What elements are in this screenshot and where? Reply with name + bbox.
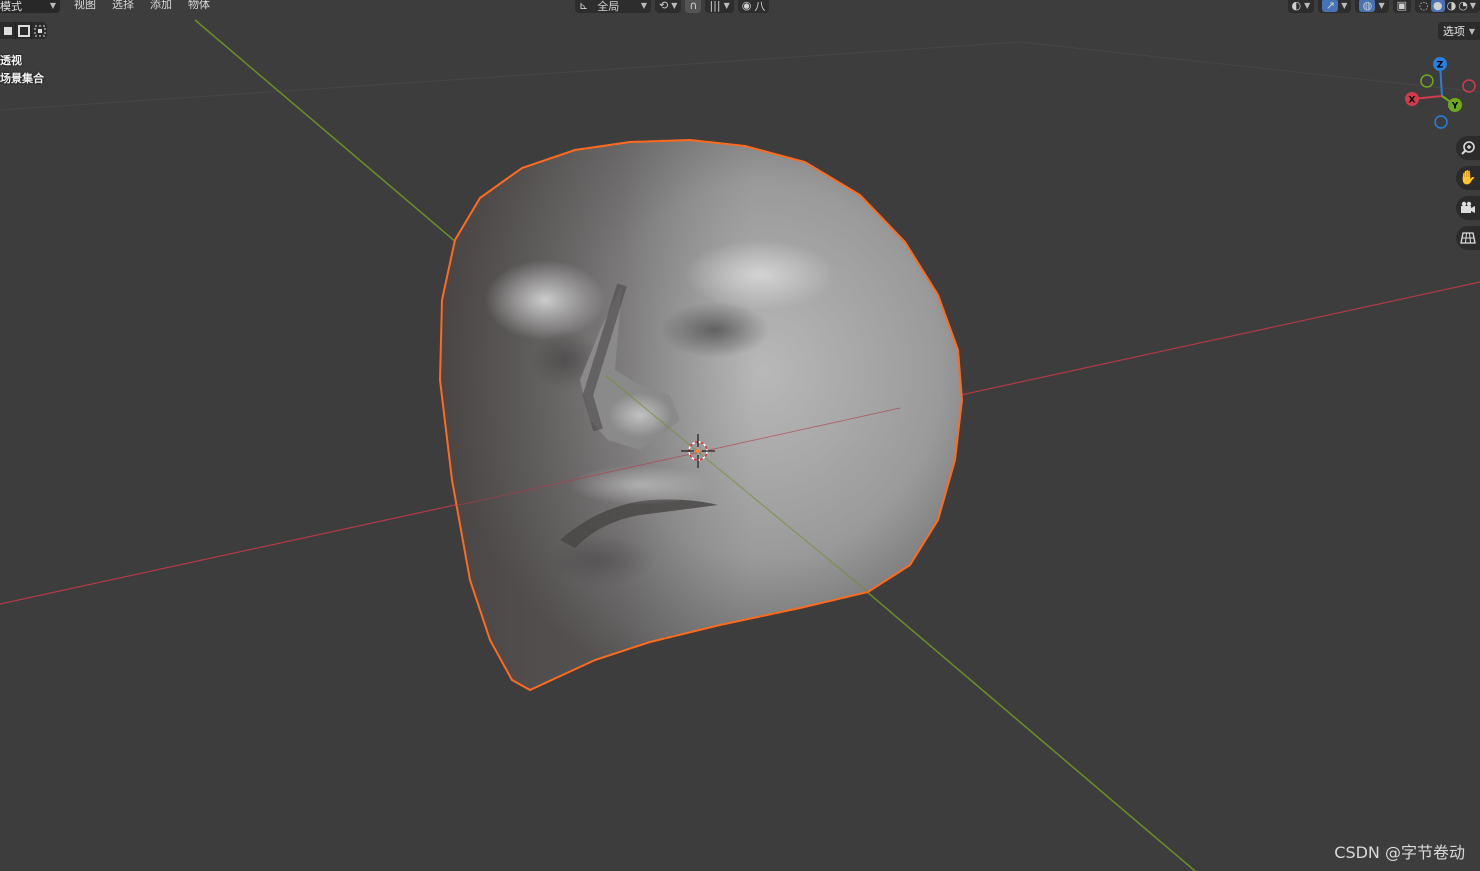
shading-modes[interactable]: ◌ ● ◑ ◔ ▼ <box>1415 0 1480 13</box>
collection-label: 场景集合 <box>0 72 44 85</box>
select-extend-icon[interactable] <box>16 22 32 39</box>
eye-icon: ◐ <box>1291 0 1302 12</box>
proportional-icon: ◉ <box>741 0 752 12</box>
menu-add[interactable]: 添加 <box>150 0 172 10</box>
view-type-label: 透视 <box>0 54 22 67</box>
material-shading-icon[interactable]: ◑ <box>1447 0 1457 12</box>
neg-z-axis-dot[interactable] <box>1434 115 1448 129</box>
gizmo-icon: ↗ <box>1322 0 1339 12</box>
z-axis-label: Z <box>1437 61 1444 71</box>
x-axis-label: X <box>1409 96 1416 106</box>
camera-icon <box>1461 201 1475 213</box>
chevron-down-icon: ▼ <box>723 1 730 10</box>
y-axis-dot[interactable]: Y <box>1448 98 1462 112</box>
orientation-label: 全局 <box>597 0 620 13</box>
x-axis-dot[interactable]: X <box>1405 92 1419 106</box>
chevron-down-icon: ▼ <box>1304 1 1311 10</box>
chevron-down-icon: ▼ <box>1468 26 1476 36</box>
pan-button[interactable]: ✋ <box>1456 166 1480 190</box>
pivot-point-dropdown[interactable]: ⟲ ▼ <box>655 0 682 13</box>
neg-x-axis-dot[interactable] <box>1462 79 1476 93</box>
select-subtract-icon[interactable] <box>32 22 47 39</box>
mode-label: 模式 <box>0 0 22 13</box>
hand-pan-icon: ✋ <box>1459 170 1477 186</box>
snap-target-label: ||| <box>709 0 721 12</box>
ortho-toggle-button[interactable] <box>1456 226 1480 250</box>
viewport-grid <box>0 41 1480 111</box>
camera-view-button[interactable] <box>1456 196 1480 220</box>
mode-dropdown[interactable]: 模式 ▼ <box>0 0 60 13</box>
z-axis-dot[interactable]: Z <box>1433 57 1447 71</box>
menu-select[interactable]: 选择 <box>112 0 134 10</box>
zoom-icon <box>1461 141 1475 155</box>
rendered-shading-icon[interactable]: ◔ <box>1458 0 1468 12</box>
xray-icon: ▣ <box>1396 0 1408 12</box>
navigation-gizmo[interactable]: Z X Y <box>1398 52 1480 132</box>
3d-viewport[interactable] <box>0 0 1480 871</box>
gizmo-toggle[interactable]: ↗ ▼ <box>1318 0 1352 13</box>
orientation-axes-icon: ⊾ <box>579 0 589 12</box>
zoom-button[interactable] <box>1456 136 1480 160</box>
snap-target-dropdown[interactable]: ||| ▼ <box>705 0 734 13</box>
solid-shading-icon[interactable]: ● <box>1430 0 1445 12</box>
face-mesh-object[interactable] <box>438 138 964 692</box>
overlays-icon: ◍ <box>1359 0 1376 12</box>
menu-view[interactable]: 视图 <box>74 0 96 10</box>
overlays-toggle[interactable]: ◍ ▼ <box>1355 0 1389 13</box>
options-dropdown[interactable]: 选项 ▼ <box>1438 22 1480 40</box>
watermark-text: CSDN @字节卷动 <box>1334 843 1465 862</box>
neg-y-axis-dot[interactable] <box>1420 74 1434 88</box>
chevron-down-icon: ▼ <box>1341 1 1348 10</box>
falloff-label: 八 <box>754 0 766 13</box>
chevron-down-icon: ▼ <box>1378 1 1385 10</box>
chevron-down-icon: ▼ <box>640 1 647 10</box>
options-label: 选项 <box>1442 25 1465 38</box>
proportional-editing-toggle[interactable]: ◉ 八 <box>737 0 770 13</box>
visibility-dropdown[interactable]: ◐ ▼ <box>1287 0 1315 13</box>
y-axis-label: Y <box>1451 102 1459 112</box>
pivot-icon: ⟲ <box>659 0 669 12</box>
chevron-down-icon: ▼ <box>49 1 56 10</box>
menu-object[interactable]: 物体 <box>188 0 210 10</box>
wireframe-shading-icon[interactable]: ◌ <box>1419 0 1429 12</box>
magnet-icon: ∩ <box>689 0 698 12</box>
grid-ortho-icon <box>1460 232 1476 244</box>
transform-orientation-dropdown[interactable]: ⊾ 全局 ▼ <box>575 0 651 13</box>
chevron-down-icon: ▼ <box>671 1 678 10</box>
chevron-down-icon: ▼ <box>1469 1 1476 10</box>
selection-mode-group <box>0 22 47 39</box>
snap-toggle[interactable]: ∩ <box>685 0 702 13</box>
select-set-icon[interactable] <box>0 22 16 39</box>
xray-toggle[interactable]: ▣ <box>1392 0 1412 13</box>
